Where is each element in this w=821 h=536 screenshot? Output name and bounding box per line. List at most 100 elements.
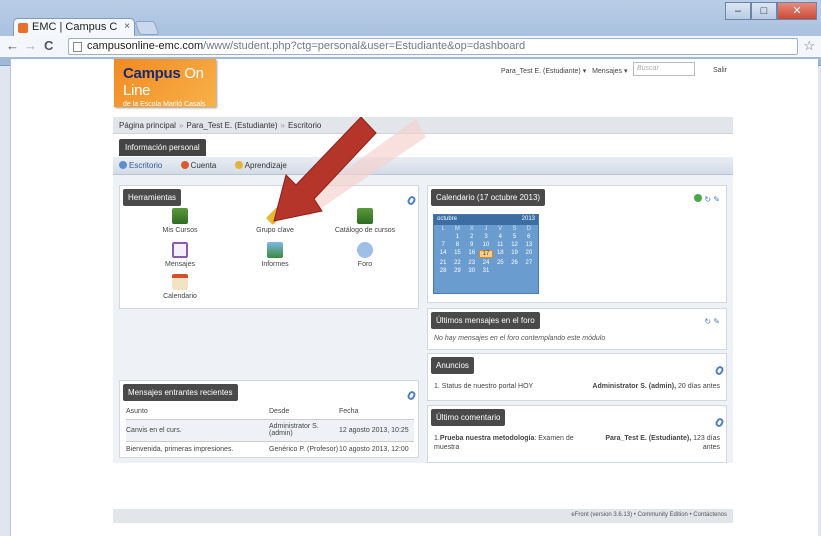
calendar-day[interactable]: 20 (522, 250, 536, 258)
tool-foro[interactable]: Foro (330, 242, 400, 268)
calendar-day[interactable]: 7 (436, 242, 450, 248)
calendar-day[interactable]: 23 (465, 260, 479, 266)
calendar-day[interactable]: 9 (465, 242, 479, 248)
reports-icon (267, 242, 283, 258)
calendar-day[interactable]: 25 (493, 260, 507, 266)
add-icon[interactable] (694, 194, 703, 202)
page-icon (73, 42, 82, 52)
calendar-day[interactable]: 30 (465, 268, 479, 274)
news-meta: Administrator S. (admin), 20 días antes (592, 383, 720, 390)
calendar-day[interactable]: 28 (436, 268, 450, 274)
calendar-icon (172, 274, 188, 290)
calendar-day[interactable]: 11 (493, 242, 507, 248)
news-title: Anuncios (431, 357, 474, 374)
url-path: /www/student.php?ctg=personal&user=Estud… (203, 40, 526, 52)
calendar-day[interactable]: 26 (507, 260, 521, 266)
logo-text-a: Campus (123, 65, 181, 82)
table-row[interactable]: Canvis en el curs. Administrator S. (adm… (126, 419, 414, 441)
new-tab-button[interactable] (134, 21, 160, 35)
calendar-day[interactable]: 1 (450, 234, 464, 240)
forum-title: Últimos mensajes en el foro (431, 312, 540, 329)
calendar-month[interactable]: octubre (437, 216, 457, 224)
site-logo[interactable]: Campus On Line de la Escola Mariló Casal… (114, 59, 216, 108)
weekday-label: L (441, 226, 445, 232)
browser-tab[interactable]: EMC | Campus C × (13, 18, 135, 36)
tool-calendario[interactable]: Calendario (145, 274, 215, 300)
news-item[interactable]: 1. Status de nuestro portal HOY (434, 383, 533, 390)
forum-empty: No hay mensajes en el foro contemplando … (434, 335, 606, 342)
search-input[interactable]: Buscar (633, 62, 695, 76)
calendar-day[interactable]: 2 (465, 234, 479, 240)
calendar-widget[interactable]: octubre 2013 L M X J V S D 1 2 3 4 5 6 7 8 9 10 11 12 13 14 15… (433, 214, 539, 294)
calendar-day[interactable]: 13 (522, 242, 536, 248)
forum-panel: Últimos mensajes en el foro ↻ ✎ No hay m… (427, 308, 727, 350)
col-header: Fecha (339, 408, 359, 416)
calendar-day[interactable]: 22 (450, 260, 464, 266)
calendar-day[interactable]: 16 (465, 250, 479, 258)
reload-icon[interactable]: C (44, 38, 53, 53)
back-icon[interactable]: ← (6, 38, 19, 53)
calendar-day[interactable]: 18 (493, 250, 507, 258)
table-row[interactable]: Bienvenida, primeras impresiones. Genéri… (126, 441, 414, 457)
annotation-arrow (273, 117, 426, 222)
tool-informes[interactable]: Informes (240, 242, 310, 268)
calendar-day[interactable]: 27 (522, 260, 536, 266)
calendar-day[interactable]: 17 (478, 250, 494, 258)
clip-icon[interactable] (714, 364, 725, 377)
calendar-day[interactable]: 8 (450, 242, 464, 248)
bookmark-star-icon[interactable]: ☆ (803, 38, 815, 54)
user-menu[interactable]: Para_Test E. (Estudiante) ▾ (501, 68, 586, 75)
forum-actions[interactable]: ↻ ✎ (704, 317, 720, 326)
clip-icon[interactable] (406, 389, 417, 402)
calendar-year[interactable]: 2013 (522, 216, 535, 224)
comment-text[interactable]: 1.Prueba nuestra metodología: Examen de … (434, 434, 584, 452)
favicon-icon (18, 23, 28, 33)
message-icon (172, 242, 188, 258)
window-controls: – □ ✕ (725, 2, 817, 20)
close-tab-icon[interactable]: × (124, 21, 130, 32)
calendar-panel: Calendario (17 octubre 2013) ↻ ✎ octubre… (427, 185, 727, 303)
calendar-day[interactable]: 24 (479, 260, 493, 266)
calendar-day[interactable]: 31 (479, 268, 493, 274)
breadcrumb-user[interactable]: Para_Test E. (Estudiante) (186, 121, 277, 130)
close-window-button[interactable]: ✕ (777, 2, 817, 20)
forward-icon[interactable]: → (24, 38, 37, 53)
calendar-day[interactable]: 10 (479, 242, 493, 248)
address-bar[interactable]: campusonline-emc.com/www/student.php?ctg… (68, 38, 798, 55)
calendar-day[interactable]: 29 (450, 268, 464, 274)
section-title: Información personal (119, 139, 206, 156)
learning-icon (234, 161, 243, 169)
calendar-day[interactable]: 15 (450, 250, 464, 258)
minimize-button[interactable]: – (725, 2, 751, 20)
calendar-day[interactable]: 4 (493, 234, 507, 240)
calendar-day[interactable]: 6 (522, 234, 536, 240)
inbox-title: Mensajes entrantes recientes (123, 384, 238, 401)
tab-escritorio[interactable]: Escritorio (119, 161, 170, 170)
tool-mis-cursos[interactable]: Mis Cursos (145, 208, 215, 234)
calendar-title: Calendario (17 octubre 2013) (431, 189, 546, 206)
comment-title: Último comentario (431, 409, 506, 426)
comment-meta: Para_Test E. (Estudiante), 123 días ante… (605, 435, 720, 451)
calendar-day[interactable]: 14 (436, 250, 450, 258)
maximize-button[interactable]: □ (751, 2, 777, 20)
breadcrumb-home[interactable]: Página principal (119, 121, 176, 130)
weekday-label: M (454, 226, 460, 232)
calendar-actions: ↻ ✎ (694, 194, 720, 204)
calendar-day[interactable]: 12 (507, 242, 521, 248)
desktop-icon (119, 161, 127, 169)
tool-mensajes[interactable]: Mensajes (145, 242, 215, 268)
messages-menu[interactable]: Mensajes ▾ (592, 68, 627, 75)
calendar-day[interactable]: 19 (507, 250, 521, 258)
calendar-day[interactable]: 21 (436, 260, 450, 266)
user-icon (180, 161, 189, 169)
clip-icon[interactable] (714, 416, 725, 429)
calendar-day[interactable]: 3 (479, 234, 493, 240)
inbox-panel: Mensajes entrantes recientes Asunto Desd… (119, 380, 419, 458)
logout-link[interactable]: Salir (713, 67, 727, 74)
tab-cuenta[interactable]: Cuenta (180, 161, 225, 170)
calendar-day (493, 268, 507, 274)
tools-title: Herramientas (123, 189, 182, 206)
inbox-table: Asunto Desde Fecha Canvis en el curs. Ad… (126, 405, 414, 457)
calendar-day[interactable]: 5 (507, 234, 521, 240)
url-host: campusonline-emc.com (87, 40, 204, 52)
